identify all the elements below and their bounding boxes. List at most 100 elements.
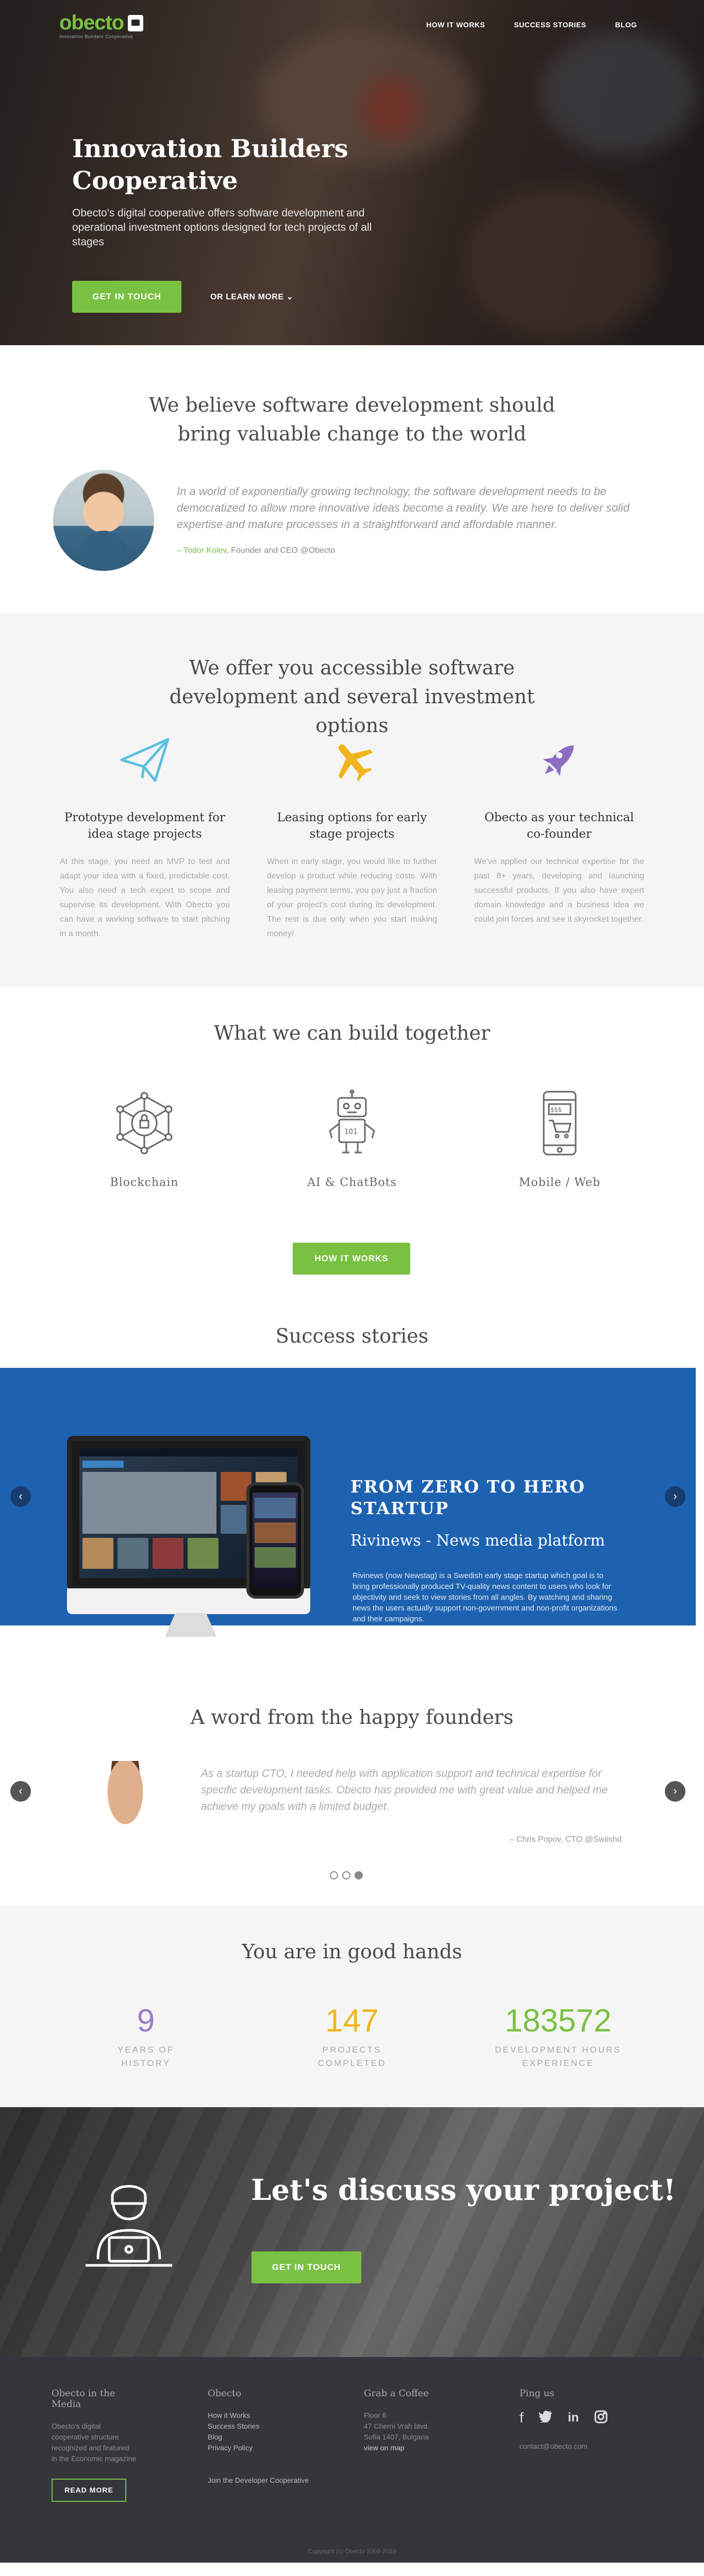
offer-text-leasing: When in early stage, you would like to f… (267, 857, 437, 938)
offer-title: We offer you accessible software develop… (169, 656, 535, 737)
stat-years-value: 9 (137, 2003, 155, 2039)
slide-dot-2[interactable] (342, 1871, 350, 1879)
stat-years: 9 YEARS OF HISTORY (69, 2003, 223, 2070)
view-on-map-link[interactable]: view on map (364, 2443, 493, 2453)
instagram-icon[interactable] (594, 2410, 608, 2427)
top-navigation: HOW IT WORKS SUCCESS STORIES BLOG (426, 21, 637, 29)
stat-hours-value: 183572 (505, 2003, 612, 2039)
footer-link-blog[interactable]: Blog (208, 2432, 337, 2443)
logo-tagline: Innovation Builders Cooperative (59, 34, 133, 39)
how-it-works-button[interactable]: HOW IT WORKS (293, 1243, 410, 1275)
offer-section: We offer you accessible software develop… (0, 613, 704, 987)
footer-link-privacy-policy[interactable]: Privacy Policy (208, 2443, 337, 2453)
stat-projects: 147 PROJECTS COMPLETED (275, 2003, 429, 2070)
build-label-ai: AI & ChatBots (307, 1176, 397, 1189)
footer-links: How it Works Success Stories Blog Privac… (208, 2410, 337, 2453)
footer: Obecto in the Media Obecto's digital coo… (0, 2357, 704, 2563)
footer-media-text: Obecto's digital cooperative structure r… (52, 2422, 137, 2463)
obecto-logo[interactable]: obecto Innovation Builders Cooperative (59, 11, 144, 39)
offer-title-prototype: Prototype development for idea stage pro… (64, 811, 226, 841)
nav-blog[interactable]: BLOG (615, 21, 637, 29)
cta-title: Let's discuss your project! (251, 2173, 676, 2207)
hero-text: Obecto's digital cooperative offers soft… (72, 207, 372, 248)
footer-ping-title: Ping us (519, 2388, 555, 2399)
twitter-icon[interactable] (539, 2410, 552, 2427)
paper-plane-icon (60, 729, 230, 791)
cta-section: Let's discuss your project! GET IN TOUCH (0, 2107, 704, 2357)
nav-how-it-works[interactable]: HOW IT WORKS (426, 21, 485, 29)
footer-obecto: Obecto How it Works Success Stories Blog… (208, 2388, 337, 2486)
screen-tile (153, 1538, 183, 1569)
phone-tile (255, 1522, 296, 1543)
founder-avatar (53, 470, 154, 571)
build-mobile: $$$ Mobile / Web (498, 1084, 622, 1189)
belief-title: We believe software development should b… (148, 394, 556, 445)
success-next-button[interactable]: › (665, 1486, 685, 1507)
hero-title: Innovation Builders Cooperative (72, 134, 348, 195)
logo-text: obecto (59, 11, 124, 34)
offer-cofounder: Obecto as your technical co-founder We'v… (474, 729, 644, 927)
contact-email-link[interactable]: contact@obecto.com (519, 2441, 648, 2452)
footer-ping: Ping us f in contact@obecto.com (519, 2388, 648, 2452)
phone-tile (255, 1498, 296, 1518)
slide-dot-1[interactable] (330, 1871, 338, 1879)
testimonials-section: A word from the happy founders As a star… (0, 1703, 704, 1906)
testimonial-next-button[interactable]: › (665, 1781, 685, 1802)
linkedin-icon[interactable]: in (568, 2410, 579, 2427)
testimonial-author: – Chris Popov, CTO @Swiishd (509, 1835, 622, 1844)
stat-projects-label: PROJECTS COMPLETED (317, 2045, 387, 2068)
founder-role: , Founder and CEO @Obecto (226, 546, 336, 555)
build-section: What we can build together Blockchain 1O… (0, 987, 704, 1321)
offer-text-cofounder: We've applied our technical expertise fo… (474, 857, 644, 924)
success-prev-button[interactable]: ‹ (10, 1486, 31, 1507)
learn-more-link[interactable]: OR LEARN MORE ⌄ (210, 292, 293, 302)
footer-address-line: Sofia 1407, Bulgaria (364, 2433, 429, 2441)
footer-coffee-title: Grab a Coffee (364, 2388, 429, 2399)
hero-actions: GET IN TOUCH OR LEARN MORE ⌄ (72, 281, 293, 313)
stat-hours: 183572 DEVELOPMENT HOURS EXPERIENCE (481, 2003, 635, 2070)
testimonials-title: A word from the happy founders (190, 1706, 514, 1728)
footer-link-how-it-works[interactable]: How it Works (208, 2410, 337, 2421)
testimonial-prev-button[interactable]: ‹ (10, 1781, 31, 1802)
founder-quote: In a world of exponentially growing tech… (177, 485, 630, 531)
footer-media: Obecto in the Media Obecto's digital coo… (52, 2388, 137, 2502)
offer-text-prototype: At this stage, you need an MVP to test a… (60, 857, 230, 938)
build-label-blockchain: Blockchain (110, 1176, 179, 1189)
screen-header (79, 1448, 298, 1456)
slide-dot-3[interactable] (355, 1871, 363, 1879)
mobile-cart-icon: $$$ (498, 1084, 622, 1162)
stats-title: You are in good hands (242, 1940, 462, 1963)
read-more-button[interactable]: READ MORE (52, 2479, 126, 2502)
phone-screen (253, 1493, 298, 1588)
blockchain-icon (82, 1084, 206, 1162)
cta-get-in-touch-button[interactable]: GET IN TOUCH (252, 2251, 361, 2283)
tv-stand (165, 1613, 216, 1637)
offer-title-cofounder: Obecto as your technical co-founder (484, 811, 634, 841)
facebook-icon[interactable]: f (519, 2410, 524, 2427)
founder-attribution: – Todor Kolev, Founder and CEO @Obecto (177, 546, 335, 555)
footer-coffee: Grab a Coffee Floor 6 47 Cherni Vrah blv… (364, 2388, 493, 2453)
footer-media-title: Obecto in the Media (52, 2388, 115, 2410)
stat-projects-value: 147 (325, 2003, 379, 2039)
testimonial-pagination (330, 1871, 363, 1879)
success-section: Success stories FROM ZERO TO HERO STARTU… (0, 1321, 704, 1703)
hero-section: obecto Innovation Builders Cooperative H… (0, 0, 704, 345)
robot-icon: 1O1 (290, 1084, 414, 1162)
footer-link-success-stories[interactable]: Success Stories (208, 2421, 337, 2432)
success-slide: FROM ZERO TO HERO STARTUP Rivinews - New… (0, 1368, 696, 1637)
footer-join-link[interactable]: Join the Developer Cooperative (208, 2475, 337, 2486)
copyright: Copyright (c) Obecto 2009-2019 (308, 2548, 396, 2555)
build-blockchain: Blockchain (82, 1084, 206, 1189)
belief-section: We believe software development should b… (0, 345, 704, 613)
svg-text:1O1: 1O1 (344, 1128, 357, 1136)
get-in-touch-button[interactable]: GET IN TOUCH (72, 281, 181, 313)
nav-success-stories[interactable]: SUCCESS STORIES (514, 21, 586, 29)
offer-leasing: Leasing options for early stage projects… (267, 729, 437, 941)
phone-mockup (246, 1482, 304, 1599)
success-project-name: Rivinews - News media platform (350, 1532, 605, 1550)
stat-hours-label: DEVELOPMENT HOURS EXPERIENCE (495, 2045, 622, 2068)
founder-name[interactable]: – Todor Kolev (177, 546, 226, 555)
build-title: What we can build together (214, 1022, 490, 1044)
offer-prototype: Prototype development for idea stage pro… (60, 729, 230, 941)
stats-section: You are in good hands 9 YEARS OF HISTORY… (0, 1906, 704, 2107)
